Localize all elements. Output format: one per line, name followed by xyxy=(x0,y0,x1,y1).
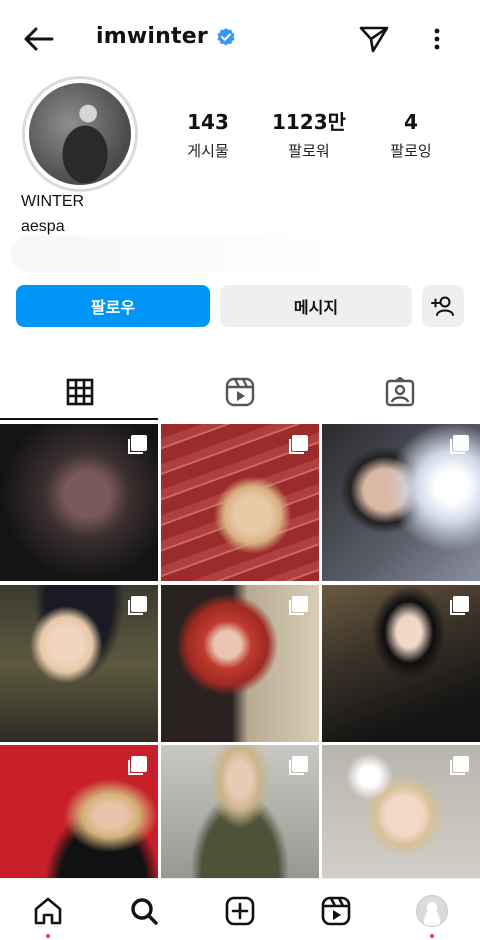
posts-count-value: 143 xyxy=(187,110,229,134)
post-thumbnail[interactable] xyxy=(161,424,319,581)
more-options-icon[interactable] xyxy=(424,22,450,56)
nav-reels[interactable] xyxy=(312,891,360,931)
profile-bio: aespa xyxy=(21,218,65,235)
reels-icon xyxy=(321,896,351,926)
message-button[interactable]: 메시지 xyxy=(220,285,412,327)
suggested-accounts-button[interactable] xyxy=(422,285,464,327)
home-icon xyxy=(34,897,62,925)
nav-profile[interactable] xyxy=(408,891,456,931)
tab-posts-grid[interactable] xyxy=(0,366,160,418)
profile-avatar-icon xyxy=(416,895,448,927)
tagged-icon xyxy=(385,377,415,407)
multiple-photos-icon xyxy=(128,596,147,615)
profile-username: imwinter xyxy=(96,24,208,49)
post-thumbnail[interactable] xyxy=(0,585,158,742)
profile-avatar[interactable] xyxy=(22,76,138,192)
multiple-photos-icon xyxy=(128,756,147,775)
reels-icon xyxy=(225,377,255,407)
followers-count-label: 팔로워 xyxy=(288,142,330,160)
follow-button[interactable]: 팔로우 xyxy=(16,285,210,327)
multiple-photos-icon xyxy=(289,756,308,775)
posts-count-label: 게시물 xyxy=(187,142,229,160)
multiple-photos-icon xyxy=(289,435,308,454)
profile-username-container: imwinter xyxy=(96,24,236,49)
header-bar: imwinter xyxy=(0,0,480,76)
followers-count-value: 1123만 xyxy=(271,110,347,134)
following-count-value: 4 xyxy=(404,110,418,134)
nav-home[interactable] xyxy=(24,891,72,931)
multiple-photos-icon xyxy=(450,596,469,615)
followers-count[interactable]: 1123만 팔로워 xyxy=(259,108,359,162)
following-count-label: 팔로잉 xyxy=(390,142,432,160)
multiple-photos-icon xyxy=(450,756,469,775)
multiple-photos-icon xyxy=(289,596,308,615)
posts-count[interactable]: 143 게시물 xyxy=(158,108,258,162)
add-person-icon xyxy=(431,296,454,316)
back-arrow-icon[interactable] xyxy=(18,22,58,56)
nav-create[interactable] xyxy=(216,891,264,931)
bio-background-smudge xyxy=(10,236,340,272)
post-thumbnail[interactable] xyxy=(322,424,480,581)
direct-message-icon[interactable] xyxy=(356,22,392,56)
verified-badge-icon xyxy=(216,27,236,47)
multiple-photos-icon xyxy=(128,435,147,454)
following-count[interactable]: 4 팔로잉 xyxy=(361,108,461,162)
profile-notification-dot xyxy=(430,934,434,938)
active-tab-indicator xyxy=(0,418,158,420)
post-thumbnail[interactable] xyxy=(322,585,480,742)
search-icon xyxy=(131,898,158,925)
bottom-navigation-bar xyxy=(0,878,480,940)
home-notification-dot xyxy=(46,934,50,938)
create-post-icon xyxy=(225,896,255,926)
tab-reels[interactable] xyxy=(160,366,320,418)
multiple-photos-icon xyxy=(450,435,469,454)
profile-picture xyxy=(29,83,131,185)
grid-icon xyxy=(66,378,94,406)
post-thumbnail[interactable] xyxy=(0,424,158,581)
post-thumbnail[interactable] xyxy=(161,585,319,742)
nav-search[interactable] xyxy=(120,891,168,931)
profile-display-name: WINTER xyxy=(21,193,85,210)
tab-tagged[interactable] xyxy=(320,366,480,418)
